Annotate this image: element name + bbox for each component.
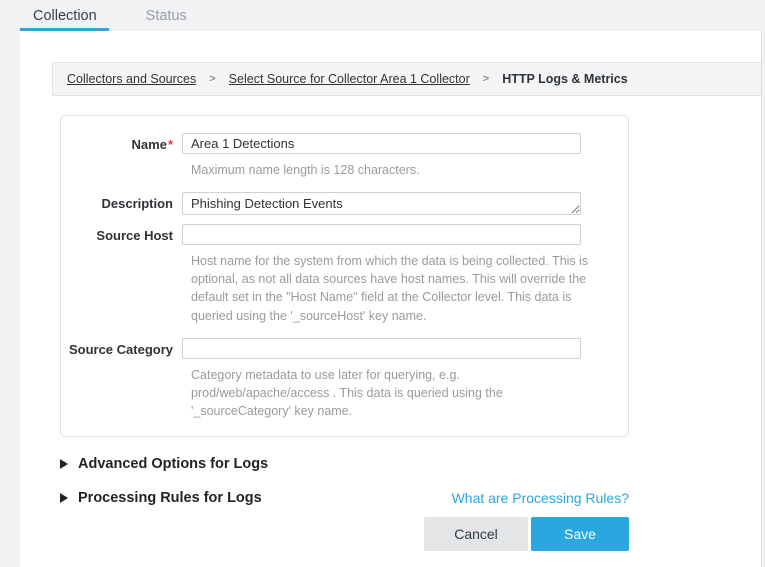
form-actions: Cancel Save: [60, 517, 629, 551]
processing-rules-section: Processing Rules for Logs What are Proce…: [60, 490, 629, 506]
source-host-input[interactable]: [182, 224, 581, 245]
spacer: [61, 179, 628, 192]
top-tab-bar: Collection Status: [0, 0, 765, 31]
spacer: [61, 215, 628, 224]
source-category-label: Source Category: [61, 338, 182, 359]
name-field-row: Name*: [61, 133, 628, 154]
breadcrumb-separator-icon: >: [209, 73, 215, 85]
breadcrumb-separator-icon: >: [483, 73, 489, 85]
breadcrumb-collectors-and-sources[interactable]: Collectors and Sources: [67, 72, 196, 86]
required-asterisk: *: [168, 137, 173, 152]
description-field-row: Description Phishing Detection Events: [61, 192, 628, 215]
description-label: Description: [61, 192, 182, 215]
source-category-field-row: Source Category: [61, 338, 628, 359]
spacer: [61, 325, 628, 338]
save-button[interactable]: Save: [531, 517, 629, 551]
caret-right-icon: [60, 493, 68, 503]
tab-status[interactable]: Status: [146, 8, 187, 24]
caret-right-icon: [60, 459, 68, 469]
description-textarea[interactable]: Phishing Detection Events: [182, 192, 581, 215]
name-input[interactable]: [182, 133, 581, 154]
advanced-options-title: Advanced Options for Logs: [78, 456, 268, 472]
source-host-label: Source Host: [61, 224, 182, 245]
source-config-form: Name* Maximum name length is 128 charact…: [60, 115, 629, 437]
what-are-processing-rules-link[interactable]: What are Processing Rules?: [452, 490, 629, 506]
breadcrumb: Collectors and Sources > Select Source f…: [52, 62, 761, 96]
breadcrumb-current-page: HTTP Logs & Metrics: [502, 72, 627, 86]
content-panel: Collectors and Sources > Select Source f…: [20, 31, 762, 567]
cancel-button[interactable]: Cancel: [424, 517, 528, 551]
name-hint: Maximum name length is 128 characters.: [191, 161, 594, 179]
advanced-options-toggle[interactable]: Advanced Options for Logs: [60, 456, 268, 472]
source-host-field-row: Source Host: [61, 224, 628, 245]
breadcrumb-select-source[interactable]: Select Source for Collector Area 1 Colle…: [229, 72, 470, 86]
tab-collection[interactable]: Collection: [33, 8, 97, 24]
source-category-hint: Category metadata to use later for query…: [191, 366, 594, 420]
name-label: Name*: [61, 133, 182, 154]
advanced-options-section: Advanced Options for Logs: [60, 456, 629, 472]
processing-rules-title: Processing Rules for Logs: [78, 490, 262, 506]
source-category-input[interactable]: [182, 338, 581, 359]
source-host-hint: Host name for the system from which the …: [191, 252, 594, 325]
processing-rules-toggle[interactable]: Processing Rules for Logs: [60, 490, 262, 506]
